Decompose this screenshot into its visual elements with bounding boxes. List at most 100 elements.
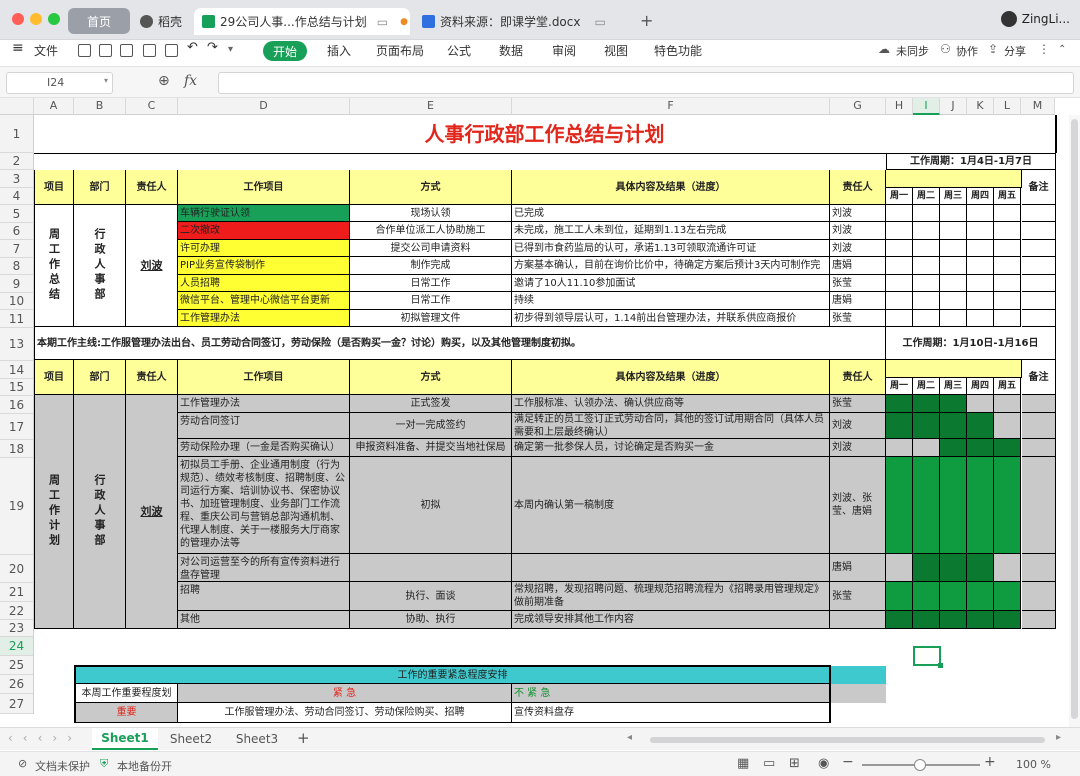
urgency-label[interactable]: 本周工作重要程度划: [74, 684, 178, 703]
s2-work-5[interactable]: 对公司运营至今的所有宣传资料进行盘存管理: [178, 554, 350, 582]
s1-work-7[interactable]: 工作管理办法: [178, 310, 350, 327]
row-header-17[interactable]: 17: [0, 414, 34, 440]
column-header-g[interactable]: G: [830, 98, 886, 115]
header-work-2[interactable]: 工作项目: [178, 360, 350, 395]
s2-resp-6[interactable]: 张莹: [830, 582, 886, 611]
header-resp-2[interactable]: 责任人: [830, 360, 886, 395]
s2-day-cell[interactable]: [967, 457, 994, 554]
s2-method-4[interactable]: 初拟: [350, 457, 512, 554]
s1-day-cell[interactable]: [886, 240, 913, 257]
row-header-1[interactable]: 1: [0, 115, 34, 153]
s2-work-2[interactable]: 劳动合同签订: [178, 413, 350, 439]
s1-method-5[interactable]: 日常工作: [350, 275, 512, 292]
s1-day-cell[interactable]: [913, 240, 940, 257]
normal-view-icon[interactable]: ▦: [737, 756, 749, 771]
s2-day-cell[interactable]: [994, 611, 1021, 629]
s1-item[interactable]: 周工作总结: [34, 205, 74, 327]
share-icon[interactable]: ⇪: [988, 42, 998, 56]
s2-resp-3[interactable]: 刘波: [830, 439, 886, 457]
s1-remark-5[interactable]: [1022, 275, 1056, 292]
s2-owner[interactable]: 刘波: [126, 395, 178, 629]
avatar[interactable]: [1000, 11, 1017, 27]
s1-dept[interactable]: 行政人事部: [74, 205, 126, 327]
s2-work-4[interactable]: 初拟员工手册、企业通用制度（行为规范）、绩效考核制度、招聘制度、公司运行方案、培…: [178, 457, 350, 554]
header-remark[interactable]: 备注: [1022, 170, 1056, 205]
column-header-c[interactable]: C: [126, 98, 178, 115]
s1-remark-2[interactable]: [1022, 222, 1056, 240]
header-resp[interactable]: 责任人: [830, 170, 886, 205]
s2-day-cell[interactable]: [994, 554, 1021, 582]
tab-spreadsheet[interactable]: 29公司人事...作总结与计划 ▭ ●: [194, 8, 410, 35]
s2-day-cell[interactable]: [886, 554, 913, 582]
row-header-7[interactable]: 7: [0, 240, 34, 258]
row-header-21[interactable]: 21: [0, 583, 34, 602]
s2-day-cell[interactable]: [967, 611, 994, 629]
s2-day-cell[interactable]: [886, 582, 913, 611]
s1-work-1[interactable]: 车辆行驶证认领: [178, 205, 350, 222]
day-header-4[interactable]: 周四: [967, 188, 994, 205]
s1-day-cell[interactable]: [967, 292, 994, 310]
s1-remark-4[interactable]: [1022, 257, 1056, 275]
s1-day-cell[interactable]: [913, 292, 940, 310]
s1-resp-7[interactable]: 张莹: [830, 310, 886, 327]
s2-day-cell[interactable]: [967, 413, 994, 439]
s1-day-cell[interactable]: [994, 257, 1021, 275]
s1-detail-7[interactable]: 初步得到领导层认可，1.14前出台管理办法，并联系供应商报价: [512, 310, 830, 327]
header-item-2[interactable]: 项目: [34, 360, 74, 395]
sheet-tab-2[interactable]: Sheet2: [158, 728, 224, 750]
menu-start[interactable]: 开始: [263, 41, 307, 61]
day-header-4[interactable]: 周四: [967, 378, 994, 395]
s2-resp-5[interactable]: 唐娟: [830, 554, 886, 582]
s2-dept[interactable]: 行政人事部: [74, 395, 126, 629]
s2-day-cell[interactable]: [994, 413, 1021, 439]
s1-remark-6[interactable]: [1022, 292, 1056, 310]
s2-detail-6[interactable]: 常规招聘，发现招聘问题、梳理规范招聘流程为《招聘录用管理规定》做前期准备: [512, 582, 830, 611]
s2-remark-1[interactable]: [1022, 395, 1056, 413]
row-header-6[interactable]: 6: [0, 223, 34, 240]
eye-protection-icon[interactable]: ◉: [818, 756, 829, 771]
s2-day-cell[interactable]: [994, 439, 1021, 457]
s1-method-7[interactable]: 初拟管理文件: [350, 310, 512, 327]
s2-work-7[interactable]: 其他: [178, 611, 350, 629]
header-dept[interactable]: 部门: [74, 170, 126, 205]
display-icon[interactable]: ▭: [594, 15, 605, 29]
column-header-f[interactable]: F: [512, 98, 830, 115]
day-header-5[interactable]: 周五: [994, 188, 1021, 205]
header-dept-2[interactable]: 部门: [74, 360, 126, 395]
s2-item[interactable]: 周工作计划: [34, 395, 74, 629]
s2-remark-6[interactable]: [1022, 582, 1056, 611]
s1-owner[interactable]: 刘波: [126, 205, 178, 327]
s1-day-cell[interactable]: [967, 240, 994, 257]
s2-day-cell[interactable]: [913, 611, 940, 629]
s2-work-3[interactable]: 劳动保险办理（一金是否购买确认）: [178, 439, 350, 457]
protect-status[interactable]: 文档未保护: [35, 758, 90, 774]
s2-remark-5[interactable]: [1022, 554, 1056, 582]
column-header-e[interactable]: E: [350, 98, 512, 115]
menu-data[interactable]: 数据: [499, 42, 523, 59]
s1-day-cell[interactable]: [967, 205, 994, 222]
header-item[interactable]: 项目: [34, 170, 74, 205]
s1-resp-4[interactable]: 唐娟: [830, 257, 886, 275]
export-pdf-icon[interactable]: [120, 44, 133, 57]
collaborate-icon[interactable]: ⚇: [940, 42, 951, 56]
menu-special[interactable]: 特色功能: [654, 42, 702, 59]
row-header-5[interactable]: 5: [0, 205, 34, 223]
column-header-m[interactable]: M: [1021, 98, 1055, 115]
day-header-1[interactable]: 周一: [886, 188, 913, 205]
redo-icon[interactable]: ↷: [207, 40, 218, 55]
urgent-items[interactable]: 工作服管理办法、劳动合同签订、劳动保险购买、招聘: [178, 703, 512, 723]
row-header-3[interactable]: 3: [0, 170, 34, 188]
add-sheet-icon[interactable]: +: [297, 729, 310, 747]
s2-day-cell[interactable]: [913, 582, 940, 611]
print-preview-icon[interactable]: [165, 44, 178, 57]
s2-detail-7[interactable]: 完成领导安排其他工作内容: [512, 611, 830, 629]
tab-home[interactable]: 首页: [68, 8, 130, 34]
header-detail-2[interactable]: 具体内容及结果（进度）: [512, 360, 830, 395]
hamburger-icon[interactable]: ≡: [12, 40, 24, 56]
header-remark-2[interactable]: 备注: [1022, 360, 1056, 395]
s1-day-cell[interactable]: [886, 275, 913, 292]
h-scroll-left-icon[interactable]: ◂: [627, 732, 632, 743]
s2-day-cell[interactable]: [940, 554, 967, 582]
header-owner[interactable]: 责任人: [126, 170, 178, 205]
s2-day-cell[interactable]: [994, 457, 1021, 554]
